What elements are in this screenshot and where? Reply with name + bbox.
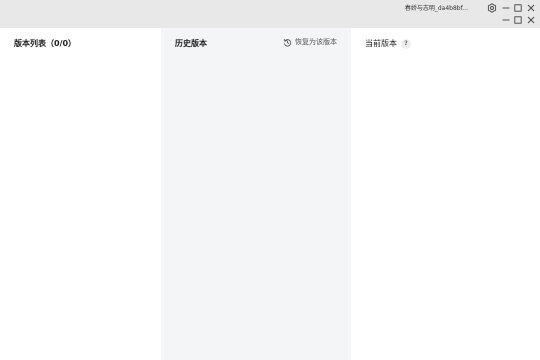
history-version-title: 历史版本 — [175, 39, 207, 48]
current-version-pane: 当前版本 ? — [351, 28, 540, 360]
maximize-button[interactable] — [512, 2, 524, 14]
title-bar: 春娇与志明_da4b8bf... — [0, 0, 540, 28]
minimize-icon — [502, 7, 510, 9]
dialog-minimize-button[interactable] — [500, 14, 512, 26]
version-list-title: 版本列表（0/0） — [14, 39, 77, 48]
version-panes: 版本列表（0/0） 历史版本 恢复为该版本 当前版本 ? — [0, 28, 540, 360]
dialog-close-button[interactable] — [525, 14, 537, 26]
restore-history-icon — [283, 38, 292, 47]
gear-icon — [487, 3, 497, 13]
minimize-button[interactable] — [500, 2, 512, 14]
dialog-maximize-button[interactable] — [512, 14, 524, 26]
current-version-title: 当前版本 — [365, 39, 397, 48]
restore-version-label: 恢复为该版本 — [295, 38, 337, 46]
close-icon — [527, 4, 535, 12]
document-title: 春娇与志明_da4b8bf... — [404, 5, 468, 12]
close-icon — [527, 16, 535, 24]
history-version-pane: 历史版本 恢复为该版本 — [161, 28, 351, 360]
close-button[interactable] — [525, 2, 537, 14]
restore-version-button[interactable]: 恢复为该版本 — [283, 37, 337, 47]
settings-gear-icon[interactable] — [486, 2, 498, 14]
maximize-icon — [514, 16, 522, 24]
help-icon[interactable]: ? — [401, 38, 411, 49]
current-version-header: 当前版本 ? — [365, 38, 411, 49]
minimize-icon — [502, 19, 510, 21]
maximize-icon — [514, 4, 522, 12]
version-list-pane: 版本列表（0/0） — [0, 28, 161, 360]
